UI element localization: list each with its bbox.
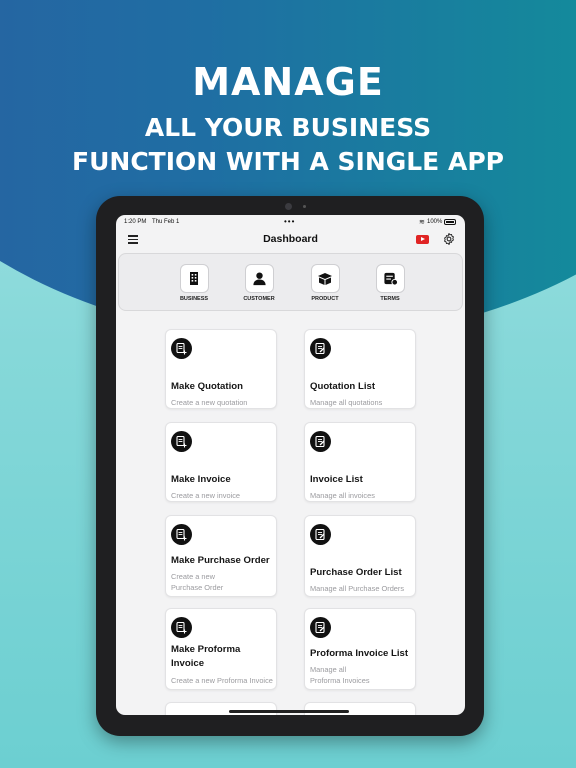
quick-terms-label: TERMS bbox=[380, 296, 400, 302]
card-subtitle: Create a new quotation bbox=[171, 398, 248, 407]
multitask-dots: ••• bbox=[284, 217, 296, 226]
headline-title: MANAGE bbox=[192, 60, 384, 104]
quick-product[interactable]: PRODUCT bbox=[297, 264, 353, 302]
camera-icon bbox=[285, 203, 292, 210]
card-proforma-invoice-list[interactable]: Proforma Invoice List Manage all Proform… bbox=[304, 608, 416, 690]
doc-add-icon bbox=[171, 338, 192, 359]
card-title: Quotation List bbox=[310, 381, 376, 392]
card-partial bbox=[165, 702, 277, 715]
wifi-icon: ≋ bbox=[419, 219, 425, 226]
card-title: Make Quotation bbox=[171, 381, 243, 392]
quick-customer[interactable]: CUSTOMER bbox=[231, 264, 287, 302]
card-subtitle: Create a new invoice bbox=[171, 491, 241, 500]
doc-list-icon bbox=[310, 524, 331, 545]
headline-line-2: ALL YOUR BUSINESS bbox=[144, 113, 432, 142]
terms-icon bbox=[383, 272, 398, 286]
quick-business[interactable]: BUSINESS bbox=[166, 264, 222, 302]
status-bar: 1:20 PM Thu Feb 1 ••• ≋ 100% bbox=[116, 215, 465, 229]
card-title: Purchase Order List bbox=[310, 567, 402, 578]
card-title: Invoice List bbox=[310, 474, 363, 485]
card-make-proforma-invoice[interactable]: Make Proforma Invoice Create a new Profo… bbox=[165, 608, 277, 690]
gear-icon[interactable] bbox=[442, 232, 456, 246]
card-make-purchase-order[interactable]: Make Purchase Order Create a new Purchas… bbox=[165, 515, 277, 597]
card-subtitle: Manage all quotations bbox=[310, 398, 383, 407]
app-screen: 1:20 PM Thu Feb 1 ••• ≋ 100% Dashboard B… bbox=[116, 215, 465, 715]
card-subtitle: Manage all invoices bbox=[310, 491, 375, 500]
doc-list-icon bbox=[310, 617, 331, 638]
status-time: 1:20 PM bbox=[124, 219, 147, 225]
card-subtitle: Create a new Purchase Order bbox=[171, 572, 224, 592]
card-subtitle: Create a new Proforma Invoice bbox=[171, 676, 273, 685]
battery-percent: 100% bbox=[427, 219, 443, 225]
card-title: Proforma Invoice List bbox=[310, 648, 409, 659]
quick-business-label: BUSINESS bbox=[179, 296, 209, 302]
user-icon bbox=[252, 272, 266, 286]
status-date: Thu Feb 1 bbox=[152, 219, 180, 225]
card-purchase-order-list[interactable]: Purchase Order List Manage all Purchase … bbox=[304, 515, 416, 597]
card-title: Make Proforma Invoice bbox=[171, 644, 241, 669]
battery-icon bbox=[444, 219, 456, 225]
card-title: Make Invoice bbox=[171, 474, 231, 485]
card-partial bbox=[304, 702, 416, 715]
youtube-icon[interactable] bbox=[416, 235, 429, 244]
page-title: Dashboard bbox=[263, 233, 318, 245]
card-make-quotation[interactable]: Make Quotation Create a new quotation bbox=[165, 329, 277, 409]
card-quotation-list[interactable]: Quotation List Manage all quotations bbox=[304, 329, 416, 409]
doc-list-icon bbox=[310, 338, 331, 359]
building-icon bbox=[190, 272, 198, 285]
card-title: Make Purchase Order bbox=[171, 555, 270, 566]
quick-actions-bar: BUSINESS CUSTOMER PRODUCT TERMS bbox=[118, 253, 463, 311]
card-subtitle: Manage all Proforma Invoices bbox=[310, 665, 370, 685]
sensor-icon bbox=[303, 205, 306, 208]
nav-bar: Dashboard bbox=[116, 229, 465, 251]
doc-list-icon bbox=[310, 431, 331, 452]
card-invoice-list[interactable]: Invoice List Manage all invoices bbox=[304, 422, 416, 502]
card-make-invoice[interactable]: Make Invoice Create a new invoice bbox=[165, 422, 277, 502]
card-subtitle: Manage all Purchase Orders bbox=[310, 584, 405, 593]
doc-add-icon bbox=[171, 431, 192, 452]
box-icon bbox=[318, 272, 332, 285]
quick-terms[interactable]: TERMS bbox=[362, 264, 418, 302]
doc-add-icon bbox=[171, 524, 192, 545]
headline-line-3: FUNCTION WITH A SINGLE APP bbox=[72, 147, 504, 176]
home-indicator bbox=[229, 710, 349, 713]
quick-customer-label: CUSTOMER bbox=[243, 296, 275, 302]
quick-product-label: PRODUCT bbox=[311, 296, 339, 302]
doc-add-icon bbox=[171, 617, 192, 638]
